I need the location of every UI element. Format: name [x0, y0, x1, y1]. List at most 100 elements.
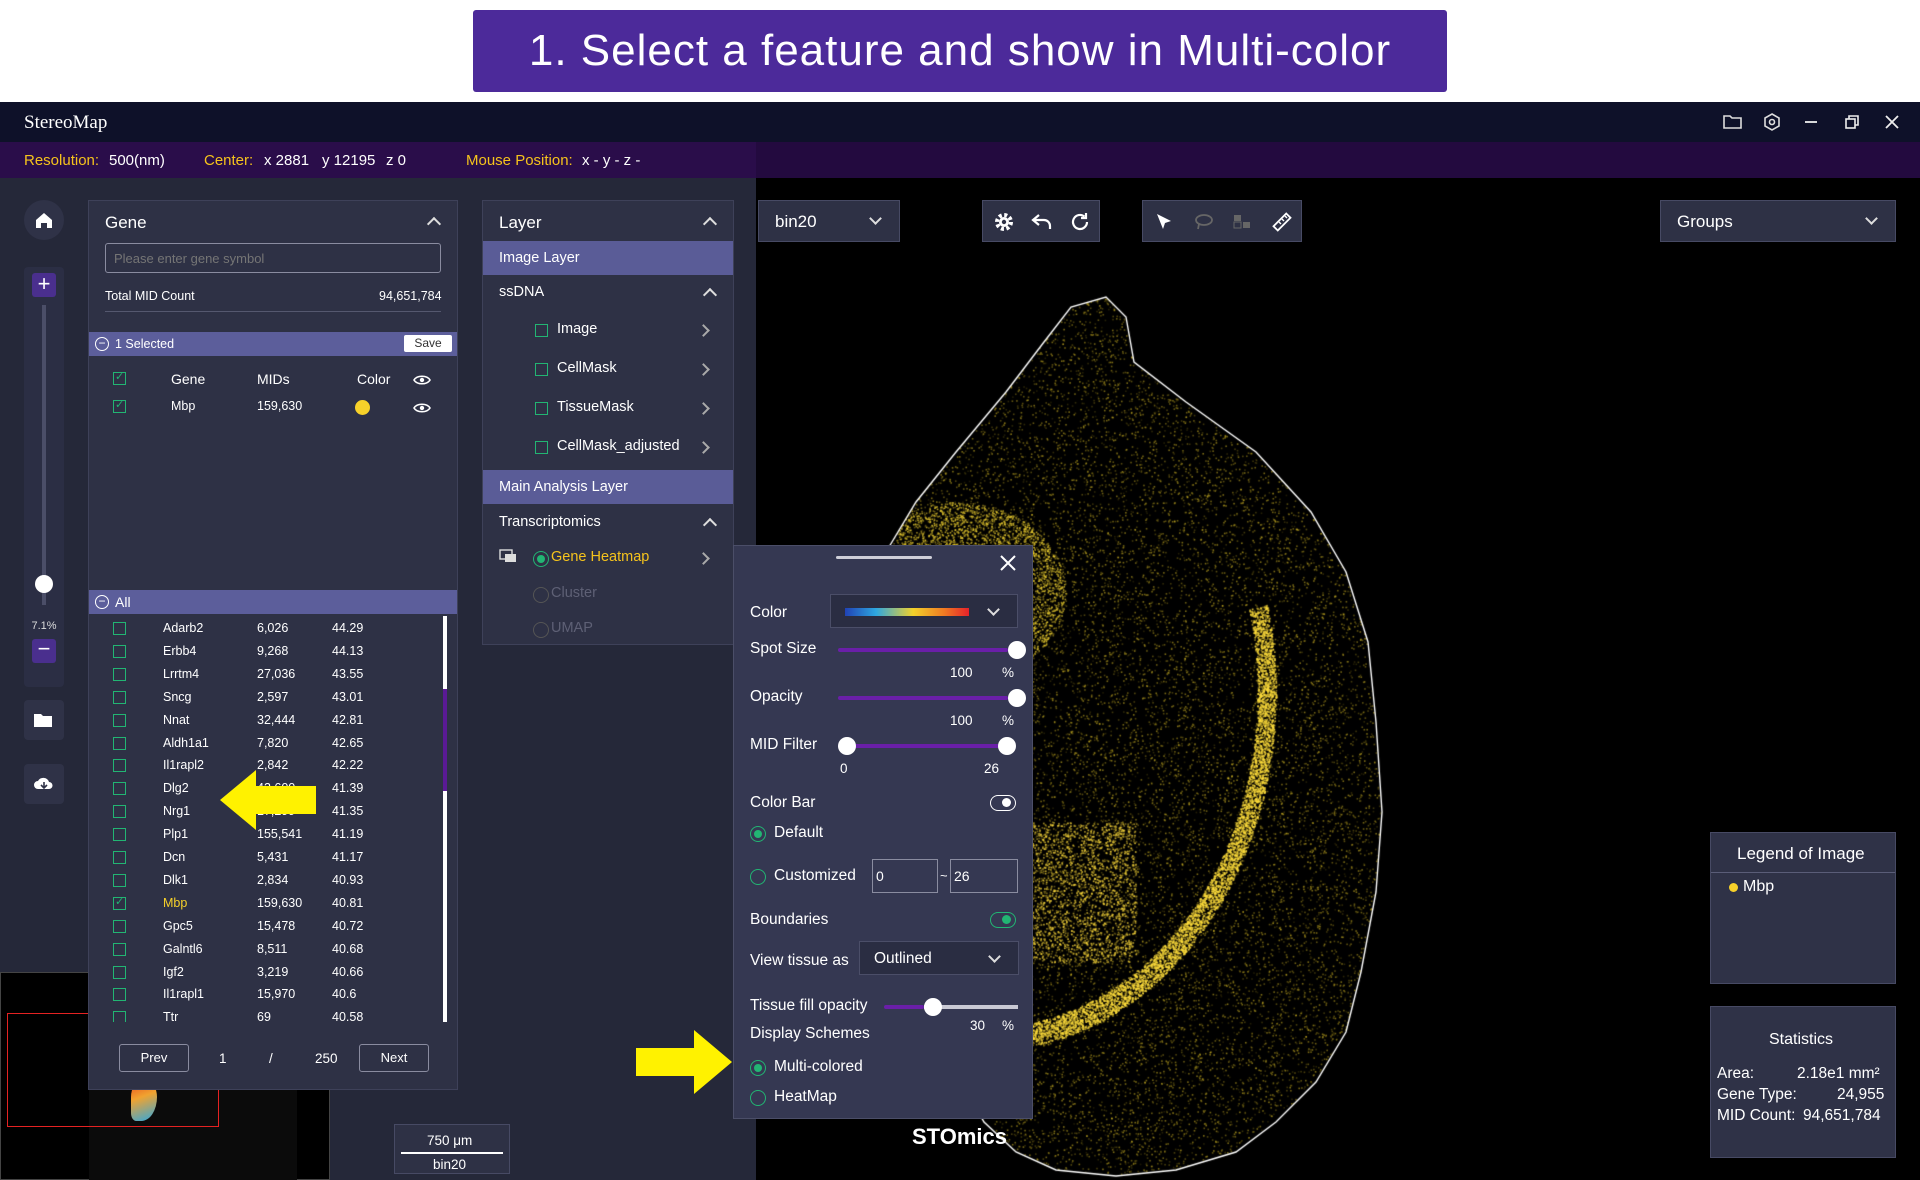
close-icon[interactable] [999, 554, 1017, 577]
eye-icon[interactable] [413, 401, 431, 419]
gene-row-checkbox[interactable] [113, 622, 126, 635]
gene-row[interactable]: Adarb2 6,026 44.29 [89, 617, 439, 640]
scrollbar-track[interactable] [443, 616, 447, 1022]
opacity-slider[interactable] [838, 696, 1008, 700]
layer-checkbox[interactable] [535, 363, 548, 376]
gene-row-checkbox[interactable] [113, 1011, 126, 1022]
save-button[interactable]: Save [404, 335, 452, 352]
gene-row-checkbox[interactable] [113, 644, 126, 658]
custom-max-input[interactable]: 26 [950, 859, 1018, 893]
gene-row[interactable]: Ttr 69 40.58 [89, 1006, 439, 1022]
mid-filter-min-knob[interactable] [838, 737, 856, 755]
prev-button[interactable]: Prev [119, 1044, 189, 1072]
select-all-checkbox[interactable] [113, 370, 126, 385]
open-folder-icon[interactable] [1718, 108, 1748, 136]
all-section-header[interactable]: − All [89, 590, 457, 614]
main-analysis-layer-row[interactable]: Main Analysis Layer [483, 470, 733, 504]
gene-color-swatch[interactable] [355, 400, 370, 415]
layer-item-label[interactable]: CellMask [557, 360, 617, 376]
gene-row-checkbox[interactable] [113, 805, 126, 819]
collapse-icon[interactable] [426, 216, 442, 232]
gene-row[interactable]: Erbb4 9,268 44.13 [89, 640, 439, 663]
gene-row-checkbox[interactable] [113, 919, 126, 933]
selected-section-header[interactable]: − 1 Selected Save [89, 332, 457, 356]
mid-filter-slider[interactable] [838, 744, 1008, 748]
gear-icon[interactable] [993, 211, 1015, 238]
layer-checkbox[interactable] [535, 441, 548, 454]
selected-gene-checkbox[interactable] [113, 398, 126, 413]
gene-row[interactable]: Mbp 159,630 40.81 [89, 892, 439, 915]
bin-select[interactable]: bin20 [758, 200, 900, 242]
gene-row[interactable]: Il1rapl1 15,970 40.6 [89, 983, 439, 1006]
gene-row[interactable]: Dlk1 2,834 40.93 [89, 869, 439, 892]
collapse-circle-icon[interactable]: − [95, 595, 109, 609]
boundaries-toggle[interactable] [990, 912, 1016, 928]
heatmap-radio[interactable] [750, 1090, 766, 1106]
chevron-right-icon[interactable] [697, 402, 710, 415]
default-radio[interactable] [750, 826, 766, 842]
home-button[interactable] [24, 200, 64, 240]
gene-row[interactable]: Galntl6 8,511 40.68 [89, 938, 439, 961]
mid-filter-max-knob[interactable] [998, 737, 1016, 755]
gene-row-checkbox[interactable] [113, 895, 126, 910]
settings-icon[interactable] [1757, 108, 1787, 136]
collapse-icon[interactable] [702, 216, 718, 232]
layer-checkbox[interactable] [535, 402, 548, 415]
gene-row-checkbox[interactable] [113, 690, 126, 704]
gene-row-checkbox[interactable] [113, 873, 126, 887]
gene-search-input[interactable] [105, 243, 441, 273]
tissue-fill-knob[interactable] [924, 998, 943, 1016]
layer-toggle-icon[interactable] [499, 549, 517, 568]
chevron-right-icon[interactable] [697, 552, 710, 565]
restore-icon[interactable] [1837, 108, 1867, 136]
ruler-icon[interactable] [1271, 211, 1293, 238]
collapse-icon[interactable] [702, 287, 718, 303]
collapse-icon[interactable] [702, 517, 718, 533]
minimize-icon[interactable] [1796, 108, 1826, 136]
gene-row-checkbox[interactable] [113, 782, 126, 796]
view-tissue-select[interactable]: Outlined [859, 941, 1019, 975]
gene-row-checkbox[interactable] [113, 988, 126, 1002]
layer-item-label[interactable]: TissueMask [557, 399, 634, 415]
multi-colored-radio[interactable] [750, 1060, 766, 1076]
gene-row-checkbox[interactable] [113, 667, 126, 681]
gene-row[interactable]: Dcn 5,431 41.17 [89, 846, 439, 869]
tissue-fill-slider[interactable] [884, 1005, 925, 1009]
custom-min-input[interactable]: 0 [872, 859, 938, 893]
drag-handle[interactable] [836, 556, 932, 559]
chevron-right-icon[interactable] [697, 363, 710, 376]
zoom-out-button[interactable]: − [32, 638, 56, 663]
gene-row-checkbox[interactable] [113, 736, 126, 750]
gene-heatmap-radio[interactable] [533, 551, 549, 567]
layer-checkbox[interactable] [535, 324, 548, 337]
gene-row[interactable]: Aldh1a1 7,820 42.65 [89, 732, 439, 755]
next-button[interactable]: Next [359, 1044, 429, 1072]
zoom-in-button[interactable]: + [32, 273, 56, 297]
gene-row[interactable]: Lrrtm4 27,036 43.55 [89, 663, 439, 686]
gene-row-checkbox[interactable] [113, 828, 126, 842]
zoom-slider-knob[interactable] [35, 575, 53, 593]
gene-row[interactable]: Igf2 3,219 40.66 [89, 961, 439, 984]
image-layer-row[interactable]: Image Layer [483, 241, 733, 275]
cluster-radio[interactable] [533, 587, 549, 603]
gene-row[interactable]: Nnat 32,444 42.81 [89, 709, 439, 732]
scrollbar-thumb[interactable] [443, 689, 447, 791]
customized-radio[interactable] [750, 869, 766, 885]
eye-icon[interactable] [413, 373, 431, 391]
color-scheme-select[interactable] [830, 594, 1018, 628]
layer-item-label[interactable]: CellMask_adjusted [557, 438, 680, 454]
pointer-icon[interactable] [1153, 211, 1175, 238]
close-window-icon[interactable] [1877, 108, 1907, 136]
gene-row-checkbox[interactable] [113, 713, 126, 727]
zoom-slider-track[interactable] [42, 305, 46, 605]
gene-row-checkbox[interactable] [113, 759, 126, 773]
undo-icon[interactable] [1031, 211, 1053, 238]
collapse-circle-icon[interactable]: − [95, 337, 109, 351]
download-button[interactable] [24, 764, 64, 804]
groups-select[interactable]: Groups [1660, 200, 1896, 242]
lasso-icon[interactable] [1193, 211, 1215, 238]
gene-heatmap-label[interactable]: Gene Heatmap [551, 549, 649, 565]
layer-item-label[interactable]: Image [557, 321, 597, 337]
gene-row-checkbox[interactable] [113, 965, 126, 979]
refresh-icon[interactable] [1069, 211, 1091, 238]
